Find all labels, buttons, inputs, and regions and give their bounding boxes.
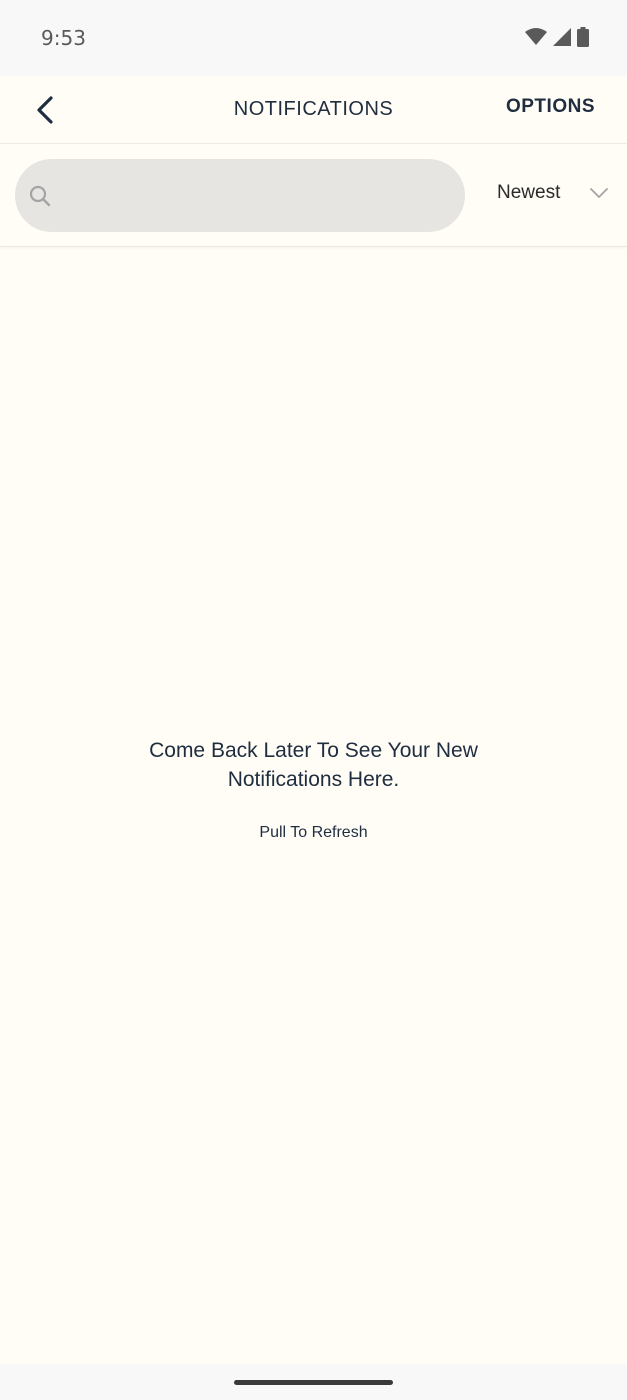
sort-dropdown[interactable]: Newest <box>497 182 609 204</box>
search-icon <box>29 185 51 207</box>
wifi-icon <box>525 28 547 45</box>
cellular-signal-icon <box>553 28 571 46</box>
empty-state-message: Come Back Later To See Your New Notifica… <box>149 739 478 791</box>
search-filter-bar: Newest <box>0 144 627 247</box>
home-indicator[interactable] <box>234 1380 393 1385</box>
sort-selected-label: Newest <box>497 182 561 203</box>
search-input[interactable] <box>65 159 445 232</box>
search-field[interactable] <box>15 159 465 232</box>
pull-to-refresh-hint: Pull To Refresh <box>259 824 368 841</box>
status-time: 9:53 <box>41 26 86 50</box>
status-icons <box>525 27 589 47</box>
chevron-down-icon <box>590 188 609 198</box>
status-bar: 9:53 <box>0 0 627 76</box>
options-button[interactable]: OPTIONS <box>506 96 595 118</box>
top-app-bar: NOTIFICATIONS OPTIONS <box>0 76 627 144</box>
empty-state: Come Back Later To See Your New Notifica… <box>0 736 627 842</box>
battery-icon <box>577 27 589 47</box>
system-nav-bar <box>0 1364 627 1400</box>
